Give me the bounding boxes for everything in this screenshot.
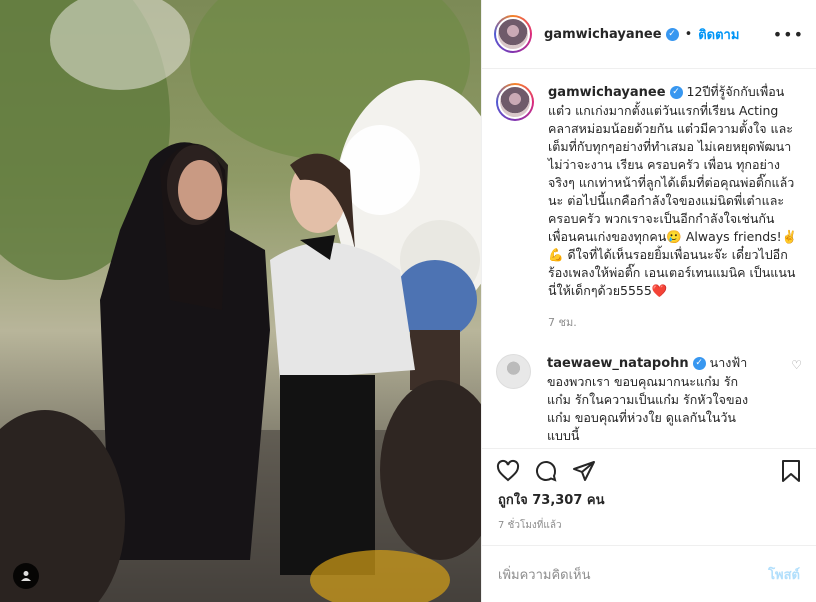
likes-count[interactable]: ถูกใจ 73,307 คน: [482, 483, 816, 510]
post-time-ago[interactable]: 7 ชั่วโมงที่แล้ว: [482, 510, 816, 533]
tagged-user-icon[interactable]: [13, 563, 39, 589]
commenter-username[interactable]: taewaew_natapohn: [547, 356, 689, 371]
commenter-avatar[interactable]: [496, 354, 531, 389]
follow-button[interactable]: ติดตาม: [698, 24, 739, 45]
post-comment-button[interactable]: โพสต์: [768, 564, 800, 585]
caption-username[interactable]: gamwichayanee: [548, 85, 666, 100]
caption: gamwichayanee ✓ 12ปีที่รู้จักกับเพื่อนแต๋…: [496, 83, 802, 332]
post-actions-area: ถูกใจ 73,307 คน 7 ชั่วโมงที่แล้ว เพิ่มคว…: [482, 448, 816, 602]
save-bookmark-icon[interactable]: [780, 459, 802, 483]
add-comment-input[interactable]: เพิ่มความคิดเห็น: [498, 564, 591, 585]
person-icon: [21, 571, 31, 581]
comment-like-heart-icon[interactable]: ♡: [791, 358, 802, 445]
share-paper-plane-icon[interactable]: [572, 459, 596, 483]
comments-section[interactable]: gamwichayanee ✓ 12ปีที่รู้จักกับเพื่อนแต๋…: [482, 69, 816, 449]
verified-badge-icon: ✓: [669, 86, 683, 99]
action-bar: [482, 449, 816, 483]
post-photo[interactable]: [0, 0, 481, 602]
separator-dot: •: [684, 26, 693, 42]
add-comment-bar: เพิ่มความคิดเห็น โพสต์: [482, 545, 816, 602]
caption-text: 12ปีที่รู้จักกับเพื่อนแต๋ว แกเก่งมากตั้ง…: [548, 84, 798, 298]
author-username[interactable]: gamwichayanee: [544, 27, 662, 42]
post-side-panel: gamwichayanee ✓ • ติดตาม ••• gamwichayan…: [481, 0, 816, 602]
caption-timestamp[interactable]: 7 ชม.: [548, 314, 802, 332]
comment-item: taewaew_natapohn ✓ นางฟ้าของพวกเรา ขอบคุณ…: [496, 354, 802, 445]
more-options-icon[interactable]: •••: [773, 25, 804, 44]
post-photo-illustration: [0, 0, 481, 602]
author-avatar[interactable]: [494, 15, 532, 53]
verified-badge-icon: ✓: [665, 27, 679, 41]
comment-bubble-icon[interactable]: [534, 459, 558, 483]
caption-avatar[interactable]: [496, 83, 534, 121]
post-header: gamwichayanee ✓ • ติดตาม •••: [482, 0, 816, 69]
verified-badge-icon: ✓: [692, 357, 706, 370]
like-heart-icon[interactable]: [496, 459, 520, 483]
